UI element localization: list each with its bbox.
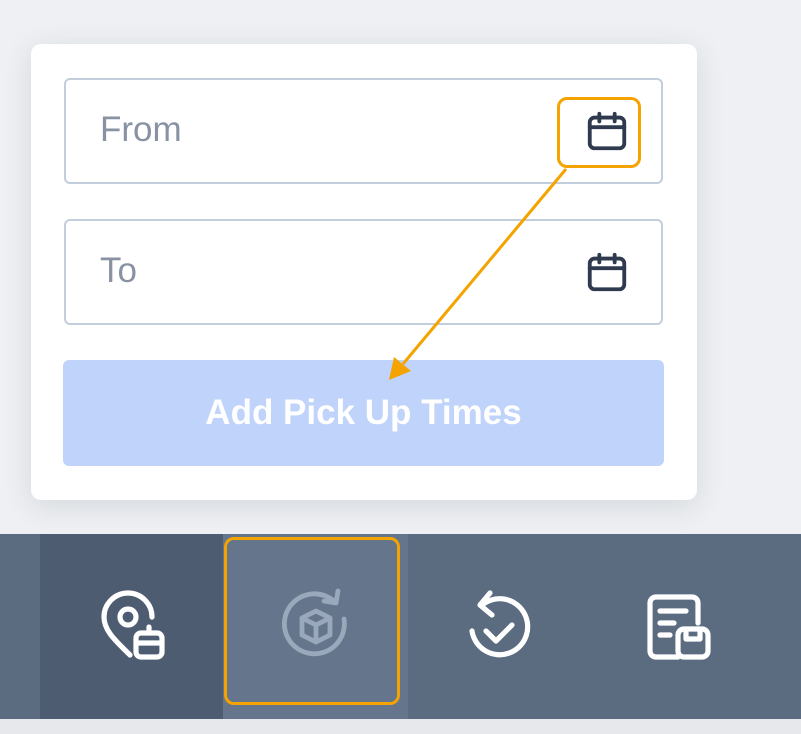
calendar-icon[interactable]: [575, 240, 639, 304]
footer-strip: [0, 719, 801, 734]
to-placeholder: To: [100, 251, 137, 290]
screen: From To Add Pick Up Times: [0, 0, 801, 734]
add-pick-up-times-button[interactable]: Add Pick Up Times: [63, 360, 664, 466]
from-placeholder: From: [100, 110, 182, 149]
nav-item-pickup-location[interactable]: [40, 534, 223, 719]
box-cycle-icon: [281, 588, 347, 656]
from-date-field[interactable]: From: [64, 78, 663, 184]
location-pin-box-icon: [100, 589, 165, 660]
nav-item-order[interactable]: [588, 534, 768, 719]
order-package-icon: [647, 593, 711, 660]
calendar-icon[interactable]: [575, 99, 639, 163]
to-date-field[interactable]: To: [64, 219, 663, 325]
nav-item-box-cycle[interactable]: [223, 534, 408, 719]
return-check-icon: [469, 589, 531, 657]
pickup-times-popup: From To Add Pick Up Times: [31, 44, 697, 500]
bottom-nav: [0, 534, 801, 719]
nav-item-return[interactable]: [408, 534, 588, 719]
